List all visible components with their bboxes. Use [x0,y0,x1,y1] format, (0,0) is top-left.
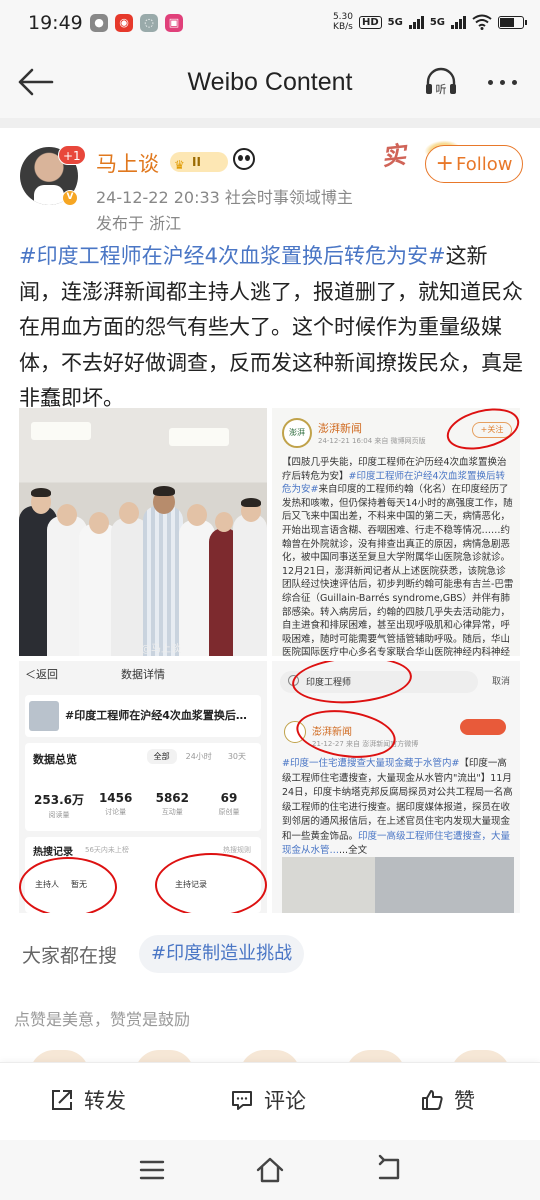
red-circle-mark [19,857,117,913]
topic-thumbnail [29,701,59,731]
head [57,504,77,526]
net-speed: 5.30 KB/s [332,12,353,32]
data-overview: 数据总览 全部 24小时 30天 253.6万 阅读量 1456 讨论量 5862 互… [25,743,261,831]
author-name[interactable]: 马上谈 [96,148,159,178]
signal-5g-label: 5G [387,16,403,28]
follow-button[interactable]: + Follow [425,145,523,183]
red-circle-mark [442,408,520,457]
crown-icon: ♛ [174,158,185,172]
post-datetime: 24-12-22 20:33 [96,188,220,207]
post-body-text: 这新闻，连澎湃新闻都主持人逃了，报道删了，就知道民众在用血方面的怨气有些大了。这… [19,244,523,410]
like-label: 赞 [454,1089,475,1113]
image-watermark: @马上谈 [141,644,181,655]
hair [31,488,51,497]
status-indicators: 5.30 KB/s HD 5G 5G [332,12,527,32]
post-meta: 24-12-22 20:33 社会时事领域博主 [96,184,353,208]
comment-icon [232,1091,252,1110]
share-label: 转发 [84,1089,126,1113]
follow-label: Follow [455,154,513,175]
person [233,514,267,656]
app-header: Weibo Content 听 [0,48,540,118]
header-divider [0,118,540,128]
system-nav-bar [0,1140,540,1200]
share-icon [52,1090,72,1110]
plus-icon: + [435,151,454,176]
panda-icon [233,148,255,170]
post-location: 发布于 浙江 [96,214,182,233]
reward-avatars [30,1050,511,1074]
back-icon[interactable] [374,1154,406,1186]
weibo-icon: ◉ [115,14,133,32]
hair [153,486,175,496]
browser-icon: ◌ [140,14,158,32]
wechat-icon: ● [90,14,108,32]
verified-badge-icon: V [62,190,78,206]
wifi-icon [472,14,492,30]
post-image-1[interactable]: @马上谈 [19,408,267,656]
status-app-icons: ● ◉ ◌ ▣ [90,14,183,32]
ceiling-light-2 [169,428,229,446]
post-image-4[interactable]: 印度工程师 取消 澎湃新闻 21-12-27 来自 澎湃新闻官方微博 #印度一住… [272,661,520,913]
status-bar: 19:49 ● ◉ ◌ ▣ 5.30 KB/s HD 5G 5G [0,0,540,48]
like-button[interactable]: 赞 [420,1085,475,1115]
post-image-2[interactable]: 澎湃 澎湃新闻 24-12-21 16:04 来自 微博网页版 +关注 【四肢几… [272,408,520,656]
article-photo [282,857,514,913]
post-text: #印度工程师在沪经4次血浆置换后转危为安#这新闻，连澎湃新闻都主持人逃了，报道删… [19,239,525,417]
head [89,512,109,534]
patient [143,506,183,656]
post-hashtag-link[interactable]: #印度工程师在沪经4次血浆置换后转危为安# [19,244,446,268]
status-time: 19:49 [28,12,83,34]
listen-icon[interactable]: 听 [424,66,458,98]
listen-label: 听 [436,83,447,96]
hair [241,498,261,507]
member-level-badge: ♛ II [170,152,228,172]
post-image-3[interactable]: ＜返回 数据详情 #印度工程师在沪经4次血浆置换后… 数据总览 全部 24小时 … [19,661,267,913]
thumbs-up-icon [422,1090,443,1110]
article-text: #印度一住宅遭搜查大量现金藏于水管内#【印度一高级工程师住宅遭搜查，大量现金从水… [282,758,513,856]
head [215,512,233,532]
member-level: II [192,155,201,169]
head [187,504,207,526]
ceiling-light [31,422,91,440]
share-button[interactable]: 转发 [50,1085,126,1115]
author-description: 社会时事领域博主 [224,188,353,207]
head [119,502,139,524]
avatar-notification-badge: +1 [58,145,86,165]
likes-message: 点赞是美意，赞赏是鼓励 [14,1010,191,1029]
vivo-icon: ▣ [165,14,183,32]
hd-icon: HD [358,15,382,29]
signal-icon-2 [451,15,466,29]
account-avatar: 澎湃 [282,418,312,448]
red-circle-mark [290,661,414,708]
screenshot-topbar: ＜返回 数据详情 [19,661,267,687]
red-circle-mark [293,704,399,764]
account-meta: 24-12-21 16:04 来自 微博网页版 [318,437,426,445]
signal-icon [408,15,424,29]
signal-5g-label-2: 5G [429,16,445,28]
live-tag [460,719,506,735]
menu-icon[interactable] [136,1154,168,1186]
account-name: 澎湃新闻 [318,422,362,435]
comment-button[interactable]: 评论 [230,1085,306,1115]
topic-card: #印度工程师在沪经4次血浆置换后… [25,695,261,737]
more-options-icon[interactable] [488,80,517,85]
action-bar: 转发 评论 赞 [0,1062,540,1140]
battery-icon [498,15,527,29]
home-icon[interactable] [254,1154,286,1186]
comment-label: 评论 [264,1089,306,1113]
red-circle-mark [155,853,267,913]
trending-topic-tag[interactable]: #印度制造业挑战 [139,935,305,973]
page-title: Weibo Content [187,68,353,96]
trending-label: 大家都在搜 [22,945,118,967]
article-text: 【四肢几乎失能，印度工程师在沪历经4次血浆置换治疗后转危为安】#印度工程师在沪经… [282,457,514,656]
